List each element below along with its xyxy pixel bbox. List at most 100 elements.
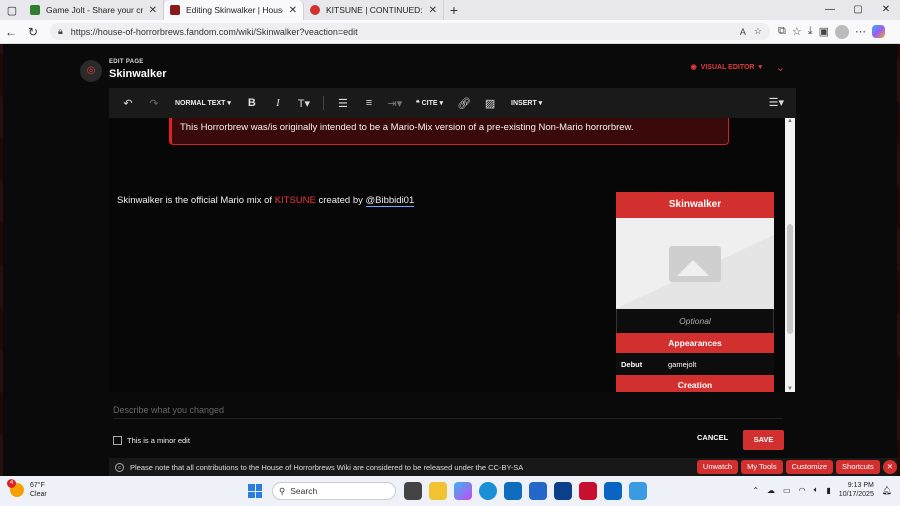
extensions-icon[interactable]: ⧉: [778, 25, 786, 38]
tab-title: Game Jolt - Share your creations: [46, 5, 143, 15]
creator-mention[interactable]: @Bibbidi01: [365, 195, 415, 207]
url-text: https://house-of-horrorbrews.fandom.com/…: [70, 26, 358, 37]
insert-menu[interactable]: INSERT ▾: [505, 99, 548, 107]
paragraph-format-label: NORMAL TEXT: [175, 100, 226, 107]
tab-editing-skinwalker[interactable]: Editing Skinwalker | House of Hor ✕: [164, 0, 304, 20]
scroll-up-icon[interactable]: ▲: [785, 118, 795, 124]
battery-icon[interactable]: ▮: [826, 486, 830, 495]
copilot-icon[interactable]: [872, 25, 886, 38]
link-icon[interactable]: 🔗︎: [453, 97, 475, 110]
bold-icon[interactable]: B: [241, 97, 263, 109]
copilot-app-icon[interactable]: [454, 482, 472, 500]
start-windows-icon[interactable]: [248, 484, 262, 498]
favorites-icon[interactable]: ☆: [792, 25, 802, 38]
taskbar-clock[interactable]: 9:13 PM 10/17/2025: [839, 481, 874, 499]
task-view-icon[interactable]: [404, 482, 422, 500]
wifi-icon[interactable]: ◠: [799, 486, 806, 495]
image-icon[interactable]: ▨: [479, 97, 501, 110]
unwatch-button[interactable]: Unwatch: [696, 460, 739, 474]
outlook-icon[interactable]: [604, 482, 622, 500]
teams-icon[interactable]: [554, 482, 572, 500]
minor-edit-checkbox[interactable]: [113, 436, 122, 445]
refresh-icon[interactable]: ↻: [22, 25, 44, 39]
collapse-chevron-icon[interactable]: ⌄: [776, 61, 785, 74]
edit-summary-input[interactable]: Describe what you changed: [113, 405, 783, 419]
sun-icon: 4: [7, 479, 24, 497]
system-tray: ⌃ ☁ ▭ ◠ 🔈︎ ▮ 9:13 PM 10/17/2025 🔔︎: [752, 481, 892, 499]
close-window-icon[interactable]: ✕: [872, 0, 900, 20]
visual-editor-switch[interactable]: ◉ VISUAL EDITOR ▾: [690, 63, 762, 72]
file-explorer-icon[interactable]: [429, 482, 447, 500]
infobox-caption: Optional: [616, 309, 774, 333]
maximize-icon[interactable]: ▢: [844, 0, 872, 20]
chevron-up-icon[interactable]: ⌃: [752, 486, 759, 495]
my-tools-button[interactable]: My Tools: [741, 460, 783, 474]
notification-bell-icon[interactable]: 🔔︎: [882, 486, 892, 495]
pinned-apps: [404, 482, 647, 500]
close-toolbar-icon[interactable]: ✕: [882, 460, 897, 474]
infobox-image-placeholder: [616, 218, 774, 309]
url-field[interactable]: 🔒︎ https://house-of-horrorbrews.fandom.c…: [50, 23, 770, 40]
tab-game-jolt[interactable]: Game Jolt - Share your creations ✕: [24, 0, 164, 20]
italic-icon[interactable]: I: [267, 97, 289, 109]
close-tab-icon[interactable]: ✕: [149, 5, 157, 16]
infobox-row-key: Debut: [621, 359, 643, 369]
time-text: 9:13 PM: [847, 482, 874, 489]
cc-license-icon: c: [115, 462, 124, 472]
text-style-icon[interactable]: T▾: [293, 97, 315, 110]
profile-avatar[interactable]: [835, 24, 850, 39]
paragraph-format-dropdown[interactable]: NORMAL TEXT ▾: [169, 99, 237, 107]
page-title: Skinwalker: [109, 68, 167, 80]
eye-icon: ◉: [690, 64, 697, 71]
close-tab-icon[interactable]: ✕: [429, 5, 437, 16]
page-options-menu-icon[interactable]: ☰▾: [769, 96, 784, 109]
numbered-list-icon[interactable]: ≡: [358, 97, 380, 109]
shortcuts-button[interactable]: Shortcuts: [836, 460, 880, 474]
cite-button[interactable]: ❝ CITE ▾: [410, 99, 449, 107]
edge-icon[interactable]: [479, 482, 497, 500]
address-bar-row: ← ↻ 🔒︎ https://house-of-horrorbrews.fand…: [0, 20, 900, 44]
scrollbar-thumb[interactable]: [787, 224, 793, 334]
customize-button[interactable]: Customize: [785, 460, 834, 474]
new-tab-button[interactable]: +: [444, 0, 464, 20]
collections-icon[interactable]: ▣: [819, 25, 829, 38]
undo-icon[interactable]: ↶: [117, 97, 139, 110]
editor-scrollbar[interactable]: ▲ ▼: [785, 118, 795, 392]
downloads-icon[interactable]: ⤓: [808, 25, 813, 38]
cloud-icon[interactable]: ☁: [767, 486, 775, 495]
mcafee-icon[interactable]: [579, 482, 597, 500]
bullet-list-icon[interactable]: ☰: [332, 97, 354, 110]
kitsune-link[interactable]: KITSUNE: [275, 195, 316, 206]
save-button[interactable]: SAVE: [743, 430, 784, 450]
indent-icon[interactable]: ⇥▾: [384, 97, 406, 110]
taskbar-search[interactable]: ⚲ Search: [272, 482, 396, 500]
license-footer: c Please note that all contributions to …: [109, 458, 897, 476]
windows-taskbar: 4 67°F Clear ⚲ Search ⌃ ☁ ▭ ◠ 🔈︎ ▮ 9:13 …: [0, 476, 900, 506]
display-icon[interactable]: ▭: [783, 486, 791, 495]
minimize-icon[interactable]: —: [816, 0, 844, 20]
wiki-logo-icon[interactable]: ◎: [80, 60, 102, 82]
scroll-down-icon[interactable]: ▼: [785, 386, 795, 392]
photos-icon[interactable]: [629, 482, 647, 500]
tab-kitsune[interactable]: KITSUNE | CONTINUED: The Soni ✕: [304, 0, 444, 20]
cancel-button[interactable]: CANCEL: [697, 433, 728, 442]
character-infobox[interactable]: Skinwalker Optional Appearances Debut ga…: [616, 192, 774, 392]
weather-widget[interactable]: 4 67°F Clear: [7, 479, 47, 499]
close-tab-icon[interactable]: ✕: [289, 5, 297, 16]
minor-edit-label: This is a minor edit: [127, 436, 190, 445]
temperature-text: 67°F: [30, 482, 45, 489]
edge-beta-icon[interactable]: [504, 482, 522, 500]
tab-actions-icon[interactable]: ▢: [0, 0, 24, 20]
volume-icon[interactable]: 🔈︎: [814, 485, 819, 495]
minor-edit-checkbox-row[interactable]: This is a minor edit: [113, 436, 190, 445]
store-icon[interactable]: [529, 482, 547, 500]
redo-icon[interactable]: ↷: [143, 97, 165, 110]
favorite-star-icon[interactable]: ☆: [754, 26, 762, 37]
back-icon[interactable]: ←: [0, 25, 22, 39]
more-icon[interactable]: ⋯: [855, 25, 866, 38]
insert-label: INSERT: [511, 100, 537, 107]
search-icon: ⚲: [279, 485, 286, 496]
read-aloud-icon[interactable]: A: [740, 27, 746, 37]
fandom-favicon-icon: [310, 5, 320, 15]
article-body-text[interactable]: Skinwalker is the official Mario mix of …: [117, 195, 415, 207]
